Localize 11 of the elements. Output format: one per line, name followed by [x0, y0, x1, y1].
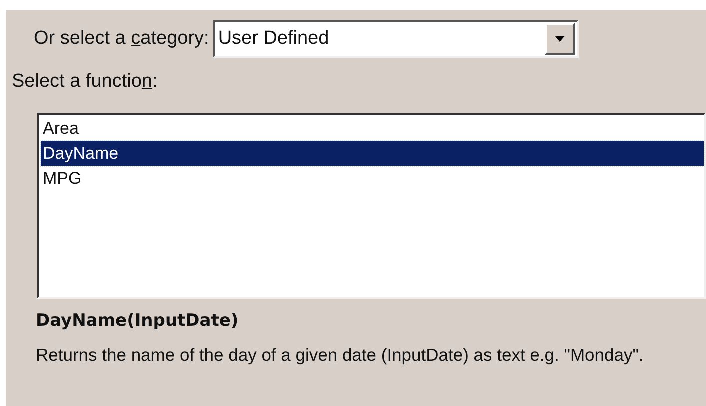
caret-icon [555, 36, 566, 42]
category-label: Or select a category: [34, 26, 210, 51]
dropdown-button[interactable] [545, 23, 576, 55]
function-description: Returns the name of the day of a given date (InputDate) as text e.g. "Monday". [36, 344, 645, 367]
function-label: Select a function: [12, 70, 159, 94]
function-signature: DayName(InputDate) [36, 310, 240, 332]
function-item[interactable]: Area [41, 116, 704, 140]
function-item[interactable]: DayName [41, 140, 704, 166]
category-dropdown[interactable]: User Defined [213, 20, 580, 58]
function-listbox[interactable]: Area DayName MPG [37, 112, 706, 298]
function-item[interactable]: MPG [41, 166, 704, 190]
